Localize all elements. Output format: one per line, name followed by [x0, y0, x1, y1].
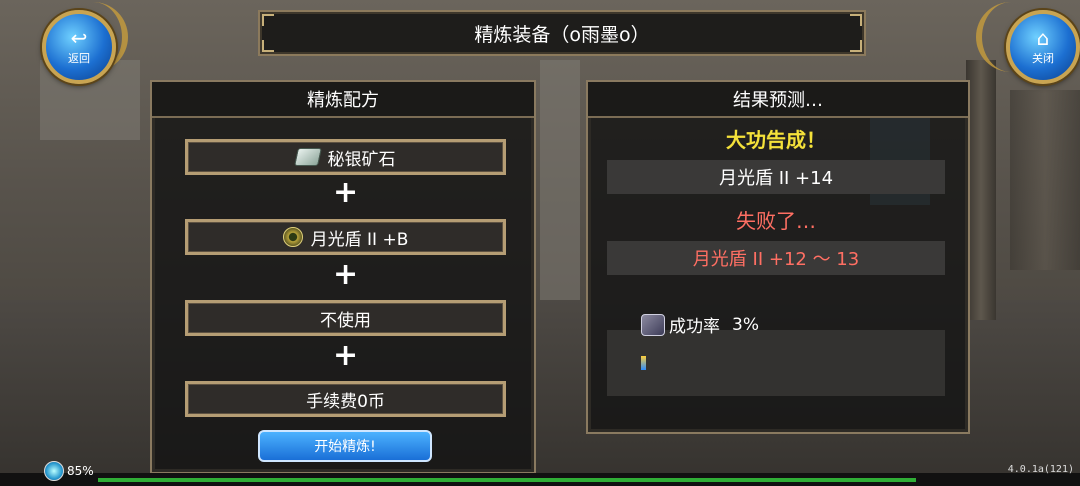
battery-indicator: 85% [44, 461, 94, 481]
equipment-slot-label: 月光盾 II +B [310, 229, 409, 250]
fail-result-box: 月光盾 II +12 ～ 13 [607, 241, 945, 275]
background-pillar [1010, 90, 1080, 270]
prediction-panel-title: 结果预测… [733, 90, 823, 111]
plus-sign: + [333, 338, 359, 373]
window-title: 精炼装备（o雨墨o） [474, 23, 650, 46]
additive-slot[interactable]: 不使用 [185, 300, 506, 336]
success-rate-bar [641, 356, 646, 370]
equipment-slot[interactable]: 月光盾 II +B [185, 219, 506, 255]
shield-icon [282, 227, 303, 247]
frame-corner [850, 40, 862, 52]
recipe-panel-title: 精炼配方 [307, 90, 379, 111]
back-button-label: 返回 [68, 52, 90, 65]
start-refine-button[interactable]: 开始精炼! [258, 430, 432, 462]
plus-sign: + [333, 175, 359, 210]
anvil-icon [641, 313, 665, 336]
frame-corner [262, 40, 274, 52]
success-rate: 成功率 3% [641, 312, 759, 337]
fee-label: 手续费0币 [306, 391, 385, 412]
frame-corner [262, 14, 274, 26]
frame-corner [850, 14, 862, 26]
fee-slot: 手续费0币 [185, 381, 506, 417]
ore-icon [293, 148, 322, 166]
success-label: 大功告成！ [726, 128, 826, 152]
material-slot-label: 秘银矿石 [327, 149, 396, 170]
background-stone [540, 60, 580, 320]
window-title-bar: 精炼装备（o雨墨o） [258, 10, 866, 56]
success-result-box: 月光盾 II +14 [607, 160, 945, 194]
fail-result: 月光盾 II +12 ～ 13 [692, 249, 860, 270]
success-rate-label: 成功率 [669, 317, 720, 337]
loading-progress [98, 478, 916, 482]
additive-slot-label: 不使用 [320, 310, 371, 331]
battery-level: 85% [67, 464, 94, 478]
prediction-panel-header: 结果预测… [588, 82, 968, 118]
back-button[interactable]: ↩ 返回 [42, 10, 116, 84]
plus-sign: + [333, 257, 359, 292]
back-arrow-icon: ↩ [70, 26, 88, 50]
fail-label: 失败了… [736, 209, 816, 233]
recipe-panel-header: 精炼配方 [152, 82, 534, 118]
home-icon: ⌂ [1036, 26, 1050, 50]
background-pillar [966, 60, 996, 320]
version-label: 4.0.1a(121) [1007, 464, 1074, 475]
success-result: 月光盾 II +14 [718, 168, 834, 189]
material-slot[interactable]: 秘银矿石 [185, 139, 506, 175]
start-refine-button-label: 开始精炼! [314, 439, 376, 455]
close-button-label: 关闭 [1032, 52, 1054, 65]
success-rate-value: 3% [732, 314, 759, 335]
success-rate-box [607, 330, 945, 396]
close-button[interactable]: ⌂ 关闭 [1006, 10, 1080, 84]
battery-icon [44, 461, 64, 481]
